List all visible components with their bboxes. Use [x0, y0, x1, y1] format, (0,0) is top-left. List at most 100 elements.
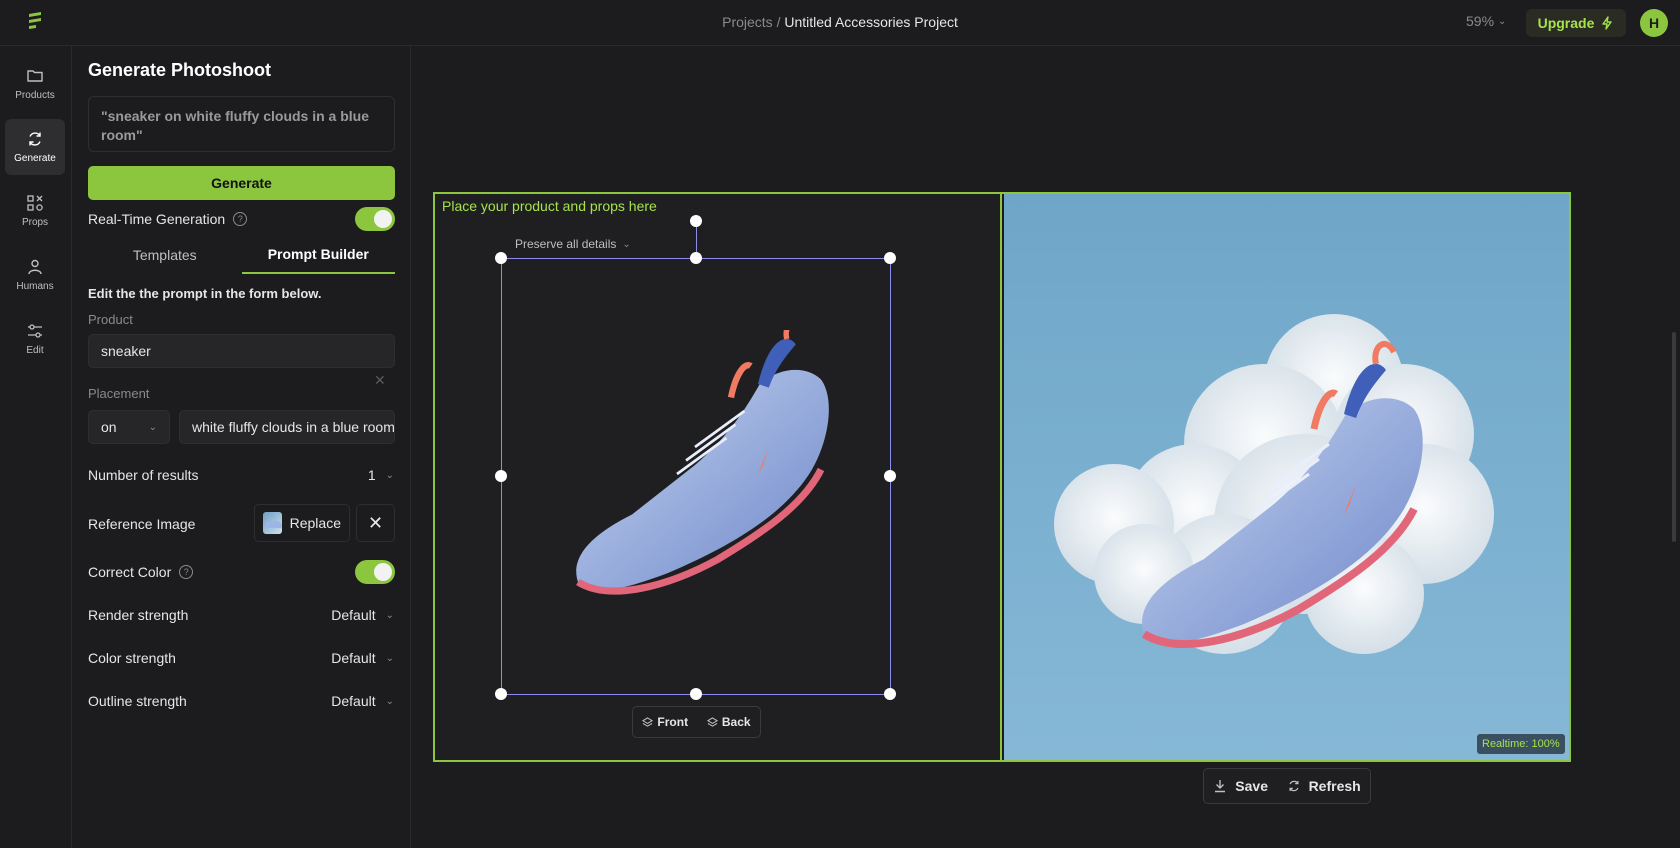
generate-button[interactable]: Generate — [88, 166, 395, 200]
resize-handle-bottom-right[interactable] — [884, 688, 896, 700]
project-name[interactable]: Untitled Accessories Project — [784, 14, 958, 30]
rail-item-label: Edit — [26, 345, 44, 356]
correct-color-toggle[interactable] — [355, 560, 395, 584]
resize-handle-bottom[interactable] — [690, 688, 702, 700]
help-icon[interactable]: ? — [233, 212, 248, 226]
shapes-icon — [27, 195, 43, 211]
preserve-details-label: Preserve all details — [515, 237, 617, 251]
chevron-down-icon: ⌄ — [622, 238, 631, 250]
outline-strength-value: Default — [331, 693, 376, 709]
chevron-down-icon: ⌄ — [148, 421, 157, 433]
prompt-textarea[interactable]: "sneaker on white fluffy clouds in a blu… — [88, 96, 395, 152]
layer-order-controls: Front Back — [632, 706, 761, 738]
rail-item-props[interactable]: Props — [5, 183, 65, 239]
upgrade-button[interactable]: Upgrade — [1526, 9, 1626, 37]
download-icon — [1215, 780, 1226, 793]
replace-label: Replace — [289, 515, 341, 531]
avatar[interactable]: H — [1640, 9, 1668, 37]
chevron-down-icon: ⌄ — [385, 652, 394, 664]
clear-placement-icon[interactable]: ✕ — [374, 372, 386, 389]
rail-item-generate[interactable]: Generate — [5, 119, 65, 175]
bring-front-button[interactable]: Front — [642, 715, 688, 729]
chevron-down-icon: ⌄ — [1498, 15, 1507, 27]
realtime-generation-toggle[interactable] — [355, 207, 395, 231]
refresh-label: Refresh — [1308, 778, 1361, 794]
resize-handle-bottom-left[interactable] — [495, 688, 507, 700]
person-icon — [28, 259, 42, 275]
product-input[interactable]: sneaker — [88, 334, 395, 368]
help-icon[interactable]: ? — [179, 565, 194, 579]
resize-handle-top[interactable] — [690, 252, 702, 264]
panel-title: Generate Photoshoot — [88, 60, 272, 80]
results-dropdown[interactable]: 1 ⌄ — [368, 467, 394, 483]
preserve-details-dropdown[interactable]: Preserve all details ⌄ — [515, 237, 631, 251]
rail-item-label: Humans — [16, 281, 54, 292]
close-icon: ✕ — [367, 512, 384, 533]
top-bar: Projects / Untitled Accessories Project … — [0, 0, 1680, 46]
folder-icon — [27, 70, 43, 82]
chevron-down-icon: ⌄ — [385, 609, 394, 621]
zoom-value: 59% — [1466, 13, 1495, 29]
back-label: Back — [721, 715, 751, 729]
canvas-scrollbar[interactable] — [1672, 332, 1676, 542]
outline-strength-label: Outline strength — [88, 693, 187, 709]
realtime-generation-label: Real-Time Generation — [88, 211, 226, 227]
resize-handle-top-left[interactable] — [495, 252, 507, 264]
selection-box[interactable] — [501, 258, 891, 695]
rail-item-label: Generate — [14, 153, 56, 164]
chevron-down-icon: ⌄ — [385, 695, 394, 707]
breadcrumb-projects[interactable]: Projects — [722, 14, 773, 30]
save-label: Save — [1235, 778, 1268, 794]
product-label: Product — [88, 312, 133, 327]
layers-icon — [642, 716, 654, 727]
settings-panel: Generate Photoshoot "sneaker on white fl… — [72, 46, 411, 848]
upgrade-label: Upgrade — [1537, 15, 1595, 31]
color-strength-dropdown[interactable]: Default ⌄ — [331, 650, 394, 666]
refresh-button[interactable]: Refresh — [1287, 778, 1361, 794]
render-strength-value: Default — [331, 607, 376, 623]
result-preview[interactable] — [1004, 194, 1569, 760]
resize-handle-right[interactable] — [884, 470, 896, 482]
chevron-down-icon: ⌄ — [385, 469, 394, 481]
result-image — [1004, 194, 1569, 760]
reference-image-label: Reference Image — [88, 516, 196, 532]
resize-handle-left[interactable] — [495, 470, 507, 482]
lightning-icon — [1602, 16, 1613, 30]
zoom-dropdown[interactable]: 59% ⌄ — [1466, 13, 1506, 29]
color-strength-value: Default — [331, 650, 376, 666]
remove-reference-button[interactable]: ✕ — [356, 504, 395, 542]
tab-templates[interactable]: Templates — [88, 236, 242, 274]
placement-preposition-value: on — [101, 419, 117, 435]
layers-icon — [706, 716, 718, 727]
outline-strength-dropdown[interactable]: Default ⌄ — [331, 693, 394, 709]
breadcrumb-separator: / — [776, 14, 781, 30]
placement-preposition-select[interactable]: on ⌄ — [88, 410, 170, 444]
rail-item-products[interactable]: Products — [5, 56, 65, 112]
save-button[interactable]: Save — [1213, 778, 1268, 794]
rotate-handle[interactable] — [690, 215, 702, 227]
render-strength-dropdown[interactable]: Default ⌄ — [331, 607, 394, 623]
tab-prompt-builder[interactable]: Prompt Builder — [241, 236, 395, 274]
front-label: Front — [657, 715, 689, 729]
correct-color-row: Correct Color ? — [88, 564, 194, 580]
refresh-icon — [1289, 780, 1299, 792]
breadcrumb: Projects / Untitled Accessories Project — [0, 14, 1680, 30]
render-strength-label: Render strength — [88, 607, 189, 623]
result-actions: Save Refresh — [1203, 768, 1371, 804]
results-value: 1 — [367, 467, 376, 483]
placement-label: Placement — [88, 386, 150, 401]
stage-hint: Place your product and props here — [442, 198, 657, 214]
resize-handle-top-right[interactable] — [884, 252, 896, 264]
realtime-badge: Realtime: 100% — [1477, 734, 1565, 754]
send-back-button[interactable]: Back — [706, 715, 751, 729]
rail-item-edit[interactable]: Edit — [5, 311, 65, 367]
realtime-generation-row: Real-Time Generation ? — [88, 211, 248, 227]
builder-tabs: Templates Prompt Builder — [88, 236, 395, 274]
rail-item-humans[interactable]: Humans — [5, 247, 65, 303]
refresh-icon — [29, 132, 41, 146]
form-hint: Edit the the prompt in the form below. — [88, 286, 322, 301]
placement-input[interactable]: white fluffy clouds in a blue room — [179, 410, 395, 444]
replace-reference-button[interactable]: Replace — [254, 504, 350, 542]
color-strength-label: Color strength — [88, 650, 176, 666]
rail-item-label: Products — [15, 90, 55, 101]
